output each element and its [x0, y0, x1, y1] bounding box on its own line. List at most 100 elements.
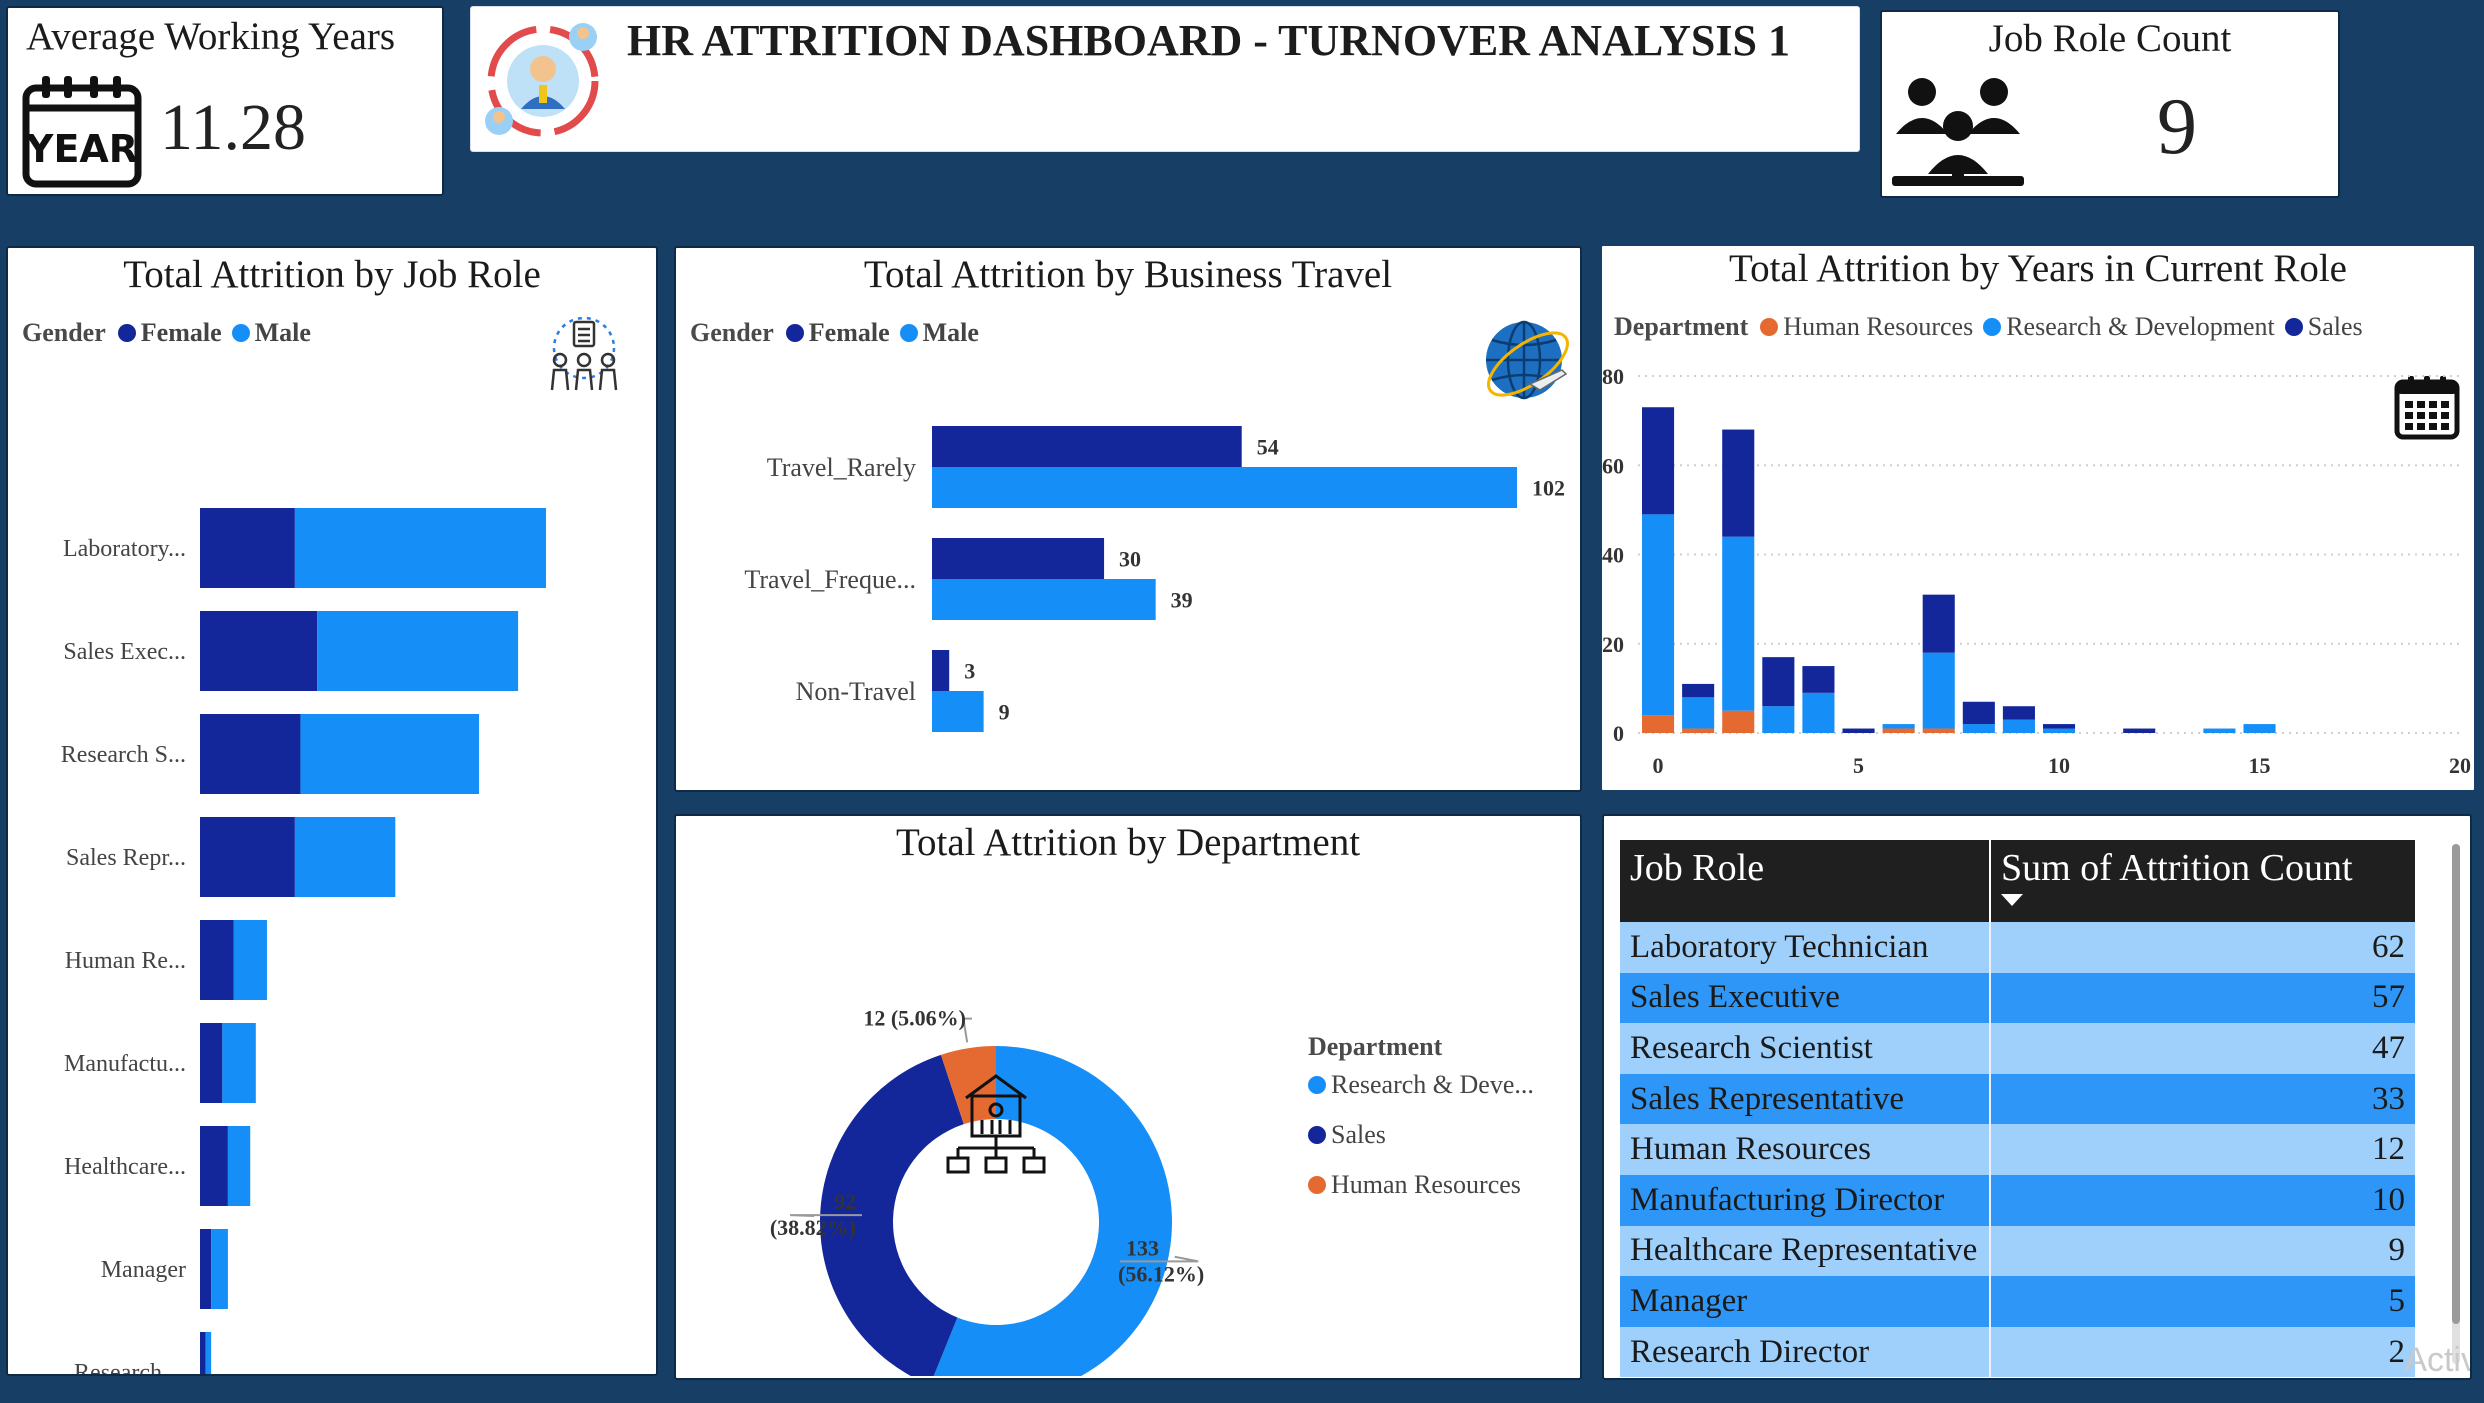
bar-research-development[interactable]	[1922, 652, 1955, 729]
bar-human-resources[interactable]	[1682, 728, 1715, 733]
bar-sales[interactable]	[1842, 728, 1875, 733]
legend-item-hr[interactable]: Human Resources	[1308, 1170, 1521, 1200]
cell-job-role: Human Resources	[1620, 1124, 1990, 1175]
table-row[interactable]: Manager 5	[1620, 1276, 2415, 1327]
kpi-value: 11.28	[160, 91, 307, 164]
bar-female[interactable]	[200, 611, 318, 691]
legend-item-female[interactable]: Female	[785, 318, 890, 348]
cell-attrition-count: 62	[1989, 922, 2415, 973]
cell-job-role: Research Scientist	[1620, 1023, 1990, 1074]
table-row[interactable]: Laboratory Technician 62	[1620, 922, 2415, 973]
x-tick-label: 5	[1853, 753, 1864, 778]
legend-item-hr[interactable]: Human Resources	[1760, 312, 1973, 342]
kpi-label: Average Working Years	[26, 15, 396, 58]
bar-female[interactable]	[200, 1023, 223, 1103]
business-travel-bars: Travel_Rarely 54 102 Travel_Freque... 30 39 No…	[744, 426, 1565, 732]
scrollbar-thumb[interactable]	[2452, 844, 2460, 1324]
bar-male[interactable]	[211, 1229, 228, 1309]
bar-sales[interactable]	[1722, 429, 1755, 537]
data-label-value: 92	[834, 1189, 856, 1214]
bar-male[interactable]	[300, 714, 480, 794]
bar-research-development[interactable]	[2243, 724, 2276, 733]
bar-research-development[interactable]	[1722, 536, 1755, 711]
bar-male[interactable]	[932, 579, 1156, 620]
legend-item-sales[interactable]: Sales	[2284, 312, 2363, 342]
bar-sales[interactable]	[1682, 683, 1715, 698]
legend-label: Research & Deve...	[1331, 1070, 1534, 1099]
job-role-bars: Laboratory... Sales Exec... Research S... S…	[61, 508, 546, 1376]
legend-item-male[interactable]: Male	[899, 318, 979, 348]
category-label: Manufactu...	[64, 1051, 186, 1077]
bar-male[interactable]	[294, 817, 396, 897]
bar-female[interactable]	[200, 1126, 228, 1206]
column-header-label: Sum of Attrition Count	[2001, 847, 2353, 889]
bar-female[interactable]	[200, 1229, 212, 1309]
column-header-job-role[interactable]: Job Role	[1620, 840, 1990, 922]
legend-title: Department	[1614, 312, 1749, 341]
legend-item-female[interactable]: Female	[117, 318, 222, 348]
bar-sales[interactable]	[2042, 724, 2076, 729]
bar-male[interactable]	[205, 1332, 212, 1376]
scrollbar[interactable]	[2452, 844, 2460, 1364]
bar-research-development[interactable]	[2002, 719, 2035, 733]
legend-label: Research & Development	[2006, 312, 2275, 341]
bar-research-development[interactable]	[1762, 706, 1795, 733]
bar-male[interactable]	[222, 1023, 256, 1103]
sort-descending-icon	[2001, 894, 2023, 906]
bar-male[interactable]	[294, 508, 546, 588]
bar-human-resources[interactable]	[1882, 728, 1915, 733]
table-row[interactable]: Sales Executive 57	[1620, 972, 2415, 1024]
bar-female[interactable]	[200, 714, 301, 794]
bar-research-development[interactable]	[2042, 728, 2076, 733]
bar-male[interactable]	[227, 1126, 251, 1206]
bar-sales[interactable]	[1962, 701, 1995, 725]
bar-sales[interactable]	[1762, 657, 1795, 707]
bar-female[interactable]	[932, 650, 950, 691]
table-row[interactable]: Research Scientist 47	[1620, 1023, 2415, 1074]
data-label: 102	[1532, 476, 1565, 501]
table-row[interactable]: Human Resources 12	[1620, 1124, 2415, 1175]
bar-female[interactable]	[200, 1332, 206, 1376]
bar-male[interactable]	[932, 467, 1517, 508]
bar-human-resources[interactable]	[1722, 710, 1755, 733]
bar-research-development[interactable]	[1882, 724, 1915, 729]
legend-dot	[1308, 1176, 1326, 1194]
cell-job-role: Sales Executive	[1620, 972, 1990, 1024]
y-tick-label: 60	[1602, 453, 1624, 478]
bar-sales[interactable]	[2002, 706, 2035, 720]
bar-female[interactable]	[200, 817, 295, 897]
bar-female[interactable]	[932, 426, 1242, 467]
dashboard-title: HR ATTRITION DASHBOARD - TURNOVER ANALYS…	[627, 16, 1790, 65]
table-row[interactable]: Sales Representative 33	[1620, 1073, 2415, 1125]
legend-item-rd[interactable]: Research & Deve...	[1308, 1070, 1534, 1100]
bar-research-development[interactable]	[2203, 728, 2236, 733]
bar-human-resources[interactable]	[1642, 715, 1675, 733]
bar-research-development[interactable]	[1642, 514, 1675, 716]
cell-attrition-count: 10	[1989, 1174, 2415, 1226]
bar-sales[interactable]	[2123, 728, 2156, 733]
bar-research-development[interactable]	[1962, 724, 1995, 733]
bar-human-resources[interactable]	[1922, 728, 1955, 733]
bar-female[interactable]	[200, 508, 295, 588]
legend-item-rd[interactable]: Research & Development	[1983, 312, 2275, 342]
bar-male[interactable]	[932, 691, 984, 732]
bar-research-development[interactable]	[1802, 692, 1835, 733]
bar-sales[interactable]	[1922, 594, 1955, 653]
table-row[interactable]: Manufacturing Director 10	[1620, 1174, 2415, 1226]
column-header-attrition-count[interactable]: Sum of Attrition Count	[1989, 840, 2415, 922]
bar-male[interactable]	[317, 611, 519, 691]
bar-female[interactable]	[200, 920, 234, 1000]
bar-sales[interactable]	[1642, 407, 1675, 515]
bar-research-development[interactable]	[1682, 697, 1715, 729]
legend-item-sales[interactable]: Sales	[1308, 1120, 1386, 1150]
category-label: Sales Repr...	[66, 845, 186, 871]
bar-female[interactable]	[932, 538, 1105, 579]
table-row[interactable]: Research Director 2	[1620, 1326, 2415, 1378]
cell-job-role: Research Director	[1620, 1326, 1990, 1378]
bar-male[interactable]	[233, 920, 267, 1000]
data-label-percent: (56.12%)	[1118, 1261, 1204, 1286]
legend-item-male[interactable]: Male	[231, 318, 311, 348]
x-tick-label: 10	[2048, 753, 2070, 778]
table-row[interactable]: Healthcare Representative 9	[1620, 1225, 2415, 1277]
bar-sales[interactable]	[1802, 666, 1835, 693]
